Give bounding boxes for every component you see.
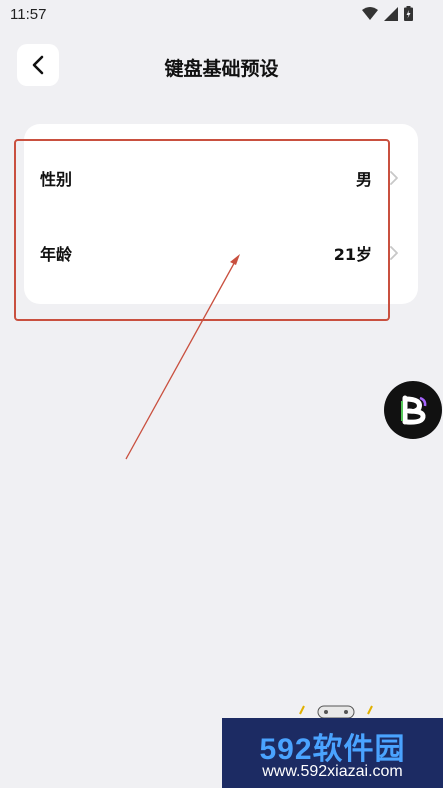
gamepad-icon	[299, 705, 373, 719]
floating-assistant-button[interactable]	[384, 381, 442, 439]
watermark-url: www.592xiazai.com	[262, 763, 403, 780]
watermark-logo: 592软件园 www.592xiazai.com	[222, 718, 443, 788]
assistant-logo-icon	[401, 395, 427, 425]
watermark-title: 592软件园	[259, 733, 406, 766]
annotation-arrow	[125, 254, 240, 460]
